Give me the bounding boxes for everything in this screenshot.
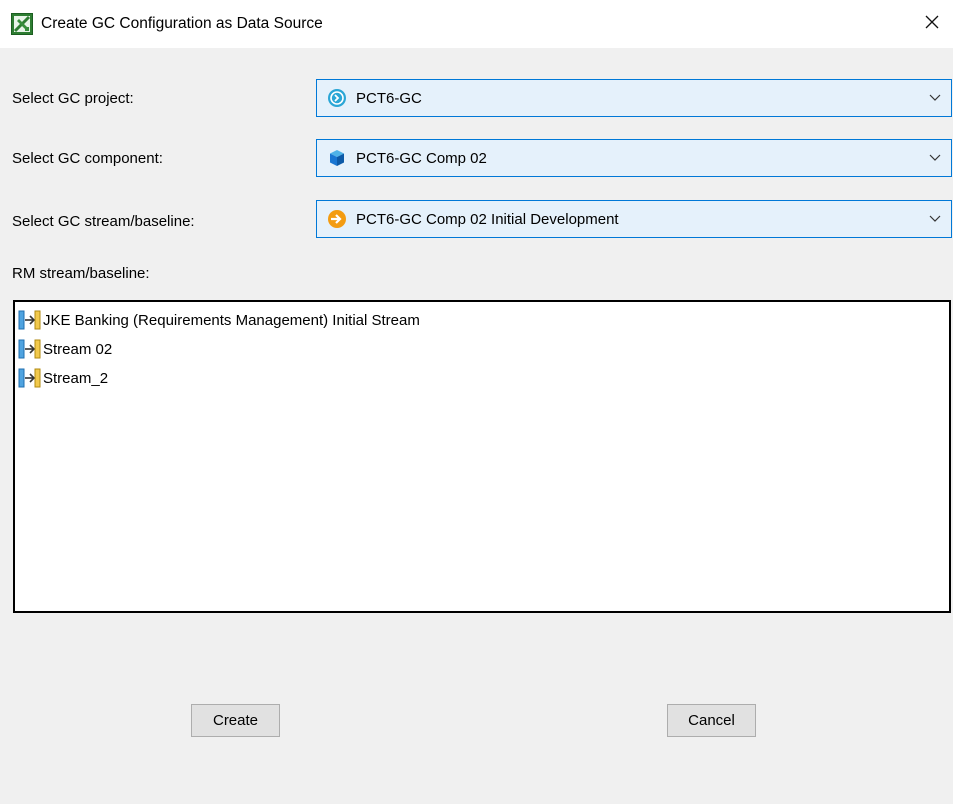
list-item-label: JKE Banking (Requirements Management) In…: [43, 311, 420, 329]
window-title: Create GC Configuration as Data Source: [41, 15, 323, 32]
component-select-value: PCT6-GC Comp 02: [356, 149, 487, 167]
chevron-down-icon: [927, 90, 943, 106]
list-item-label: Stream_2: [43, 369, 109, 387]
list-item[interactable]: JKE Banking (Requirements Management) In…: [18, 309, 420, 331]
chevron-down-icon: [927, 150, 943, 166]
close-button[interactable]: [916, 8, 948, 40]
close-icon: [924, 14, 940, 34]
component-label: Select GC component:: [12, 150, 163, 167]
create-button[interactable]: Create: [191, 704, 280, 737]
excel-icon: [11, 13, 33, 35]
list-item-label: Stream 02: [43, 340, 113, 358]
stream-icon: [18, 339, 42, 359]
list-item[interactable]: Stream_2: [18, 367, 108, 389]
project-label: Select GC project:: [12, 90, 134, 107]
stream-icon: [18, 368, 42, 388]
stream-icon: [18, 310, 42, 330]
gc-component-icon: [326, 147, 348, 169]
gc-stream-icon: [326, 208, 348, 230]
chevron-down-icon: [927, 211, 943, 227]
rm-stream-label: RM stream/baseline:: [12, 265, 150, 282]
project-select[interactable]: PCT6-GC: [316, 79, 952, 117]
stream-select-value: PCT6-GC Comp 02 Initial Development: [356, 210, 619, 228]
project-select-value: PCT6-GC: [356, 89, 422, 107]
component-select[interactable]: PCT6-GC Comp 02: [316, 139, 952, 177]
stream-label: Select GC stream/baseline:: [12, 213, 195, 230]
list-item[interactable]: Stream 02: [18, 338, 112, 360]
gc-project-icon: [326, 87, 348, 109]
stream-select[interactable]: PCT6-GC Comp 02 Initial Development: [316, 200, 952, 238]
title-bar: Create GC Configuration as Data Source: [0, 0, 953, 48]
dialog-body: Select GC project: PCT6-GC Select GC com…: [0, 48, 953, 804]
cancel-button[interactable]: Cancel: [667, 704, 756, 737]
rm-stream-list[interactable]: JKE Banking (Requirements Management) In…: [13, 300, 951, 613]
